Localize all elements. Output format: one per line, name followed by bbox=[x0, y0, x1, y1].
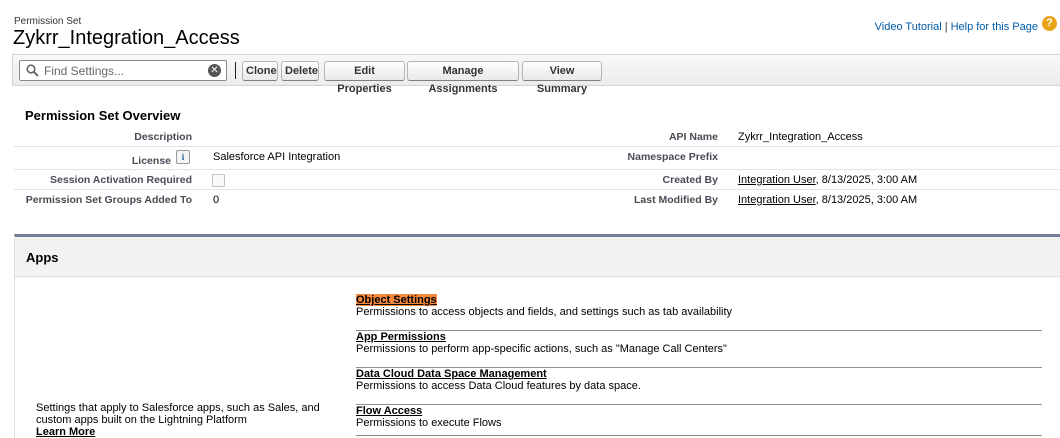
setting-item-flow-access: Flow Access Permissions to execute Flows bbox=[356, 405, 1042, 436]
search-box: ✕ bbox=[19, 60, 227, 81]
license-value: Salesforce API Integration bbox=[213, 151, 341, 163]
created-by-user-link[interactable]: Integration User bbox=[738, 174, 816, 186]
created-by-date: , 8/13/2025, 3:00 AM bbox=[815, 174, 918, 186]
page-header: Permission Set Zykrr_Integration_Access … bbox=[0, 0, 1060, 54]
detail-row: Session Activation Required Created By I… bbox=[14, 170, 1060, 190]
learn-more-link[interactable]: Learn More bbox=[36, 426, 95, 438]
license-label: License bbox=[131, 155, 171, 167]
detail-table: Description API Name Zykrr_Integration_A… bbox=[14, 127, 1060, 210]
data-cloud-link[interactable]: Data Cloud Data Space Management bbox=[356, 368, 547, 380]
last-modified-by-label: Last Modified By bbox=[633, 194, 718, 206]
api-name-label: API Name bbox=[668, 131, 718, 143]
question-mark-icon[interactable]: ? bbox=[1042, 16, 1057, 31]
object-settings-desc: Permissions to access objects and fields… bbox=[356, 306, 733, 318]
page-title: Zykrr_Integration_Access bbox=[13, 27, 240, 49]
detail-row: Description API Name Zykrr_Integration_A… bbox=[14, 127, 1060, 147]
detail-row: Permission Set Groups Added To 0 Last Mo… bbox=[14, 190, 1060, 210]
api-name-value: Zykrr_Integration_Access bbox=[738, 131, 863, 143]
flow-access-desc: Permissions to execute Flows bbox=[356, 417, 502, 429]
app-permissions-desc: Permissions to perform app-specific acti… bbox=[356, 343, 727, 355]
apps-body: Settings that apply to Salesforce apps, … bbox=[15, 278, 1060, 438]
help-links: Video Tutorial | Help for this Page bbox=[875, 21, 1038, 33]
overview-title: Permission Set Overview bbox=[25, 108, 181, 123]
help-for-page-link[interactable]: Help for this Page bbox=[951, 21, 1038, 33]
session-activation-checkbox bbox=[212, 174, 225, 187]
manage-assignments-button[interactable]: Manage Assignments bbox=[407, 61, 519, 95]
last-modified-by-date: , 8/13/2025, 3:00 AM bbox=[815, 194, 918, 206]
toolbar: ✕ Clone Delete Edit Properties Manage As… bbox=[12, 54, 1060, 95]
setting-item-app-permissions: App Permissions Permissions to perform a… bbox=[356, 331, 1042, 368]
last-modified-by-value: Integration User, 8/13/2025, 3:00 AM bbox=[738, 194, 917, 206]
apps-header: Apps bbox=[15, 237, 1060, 277]
permission-set-groups-label: Permission Set Groups Added To bbox=[25, 194, 192, 206]
search-input[interactable] bbox=[44, 62, 204, 79]
setting-item-data-cloud: Data Cloud Data Space Management Permiss… bbox=[356, 368, 1042, 405]
search-icon bbox=[26, 64, 39, 77]
clear-search-icon[interactable]: ✕ bbox=[208, 64, 221, 77]
object-settings-link[interactable]: Object Settings bbox=[356, 294, 437, 306]
delete-button[interactable]: Delete bbox=[281, 61, 319, 81]
video-tutorial-link[interactable]: Video Tutorial bbox=[875, 21, 942, 33]
last-modified-by-user-link[interactable]: Integration User bbox=[738, 194, 816, 206]
session-activation-label: Session Activation Required bbox=[50, 174, 192, 186]
toolbar-divider bbox=[235, 62, 236, 79]
setting-item-object-settings: Object Settings Permissions to access ob… bbox=[356, 294, 1042, 331]
namespace-label: Namespace Prefix bbox=[627, 151, 718, 163]
app-permissions-link[interactable]: App Permissions bbox=[356, 331, 446, 343]
apps-description: Settings that apply to Salesforce apps, … bbox=[36, 402, 346, 438]
created-by-label: Created By bbox=[662, 174, 718, 186]
apps-title: Apps bbox=[26, 250, 59, 265]
info-icon[interactable]: i bbox=[176, 150, 190, 164]
data-cloud-desc: Permissions to access Data Cloud feature… bbox=[356, 380, 641, 392]
edit-properties-button[interactable]: Edit Properties bbox=[324, 61, 405, 95]
link-separator: | bbox=[944, 21, 948, 33]
page-subtitle: Permission Set bbox=[14, 16, 82, 27]
created-by-value: Integration User, 8/13/2025, 3:00 AM bbox=[738, 174, 917, 186]
description-label: Description bbox=[134, 131, 192, 143]
view-summary-button[interactable]: View Summary bbox=[522, 61, 602, 95]
apps-panel: Apps Settings that apply to Salesforce a… bbox=[14, 234, 1060, 438]
permission-set-groups-value: 0 bbox=[213, 194, 220, 206]
apps-description-text: Settings that apply to Salesforce apps, … bbox=[36, 402, 320, 426]
clone-button[interactable]: Clone bbox=[242, 61, 278, 81]
flow-access-link[interactable]: Flow Access bbox=[356, 405, 422, 417]
detail-row: License i Salesforce API Integration Nam… bbox=[14, 147, 1060, 170]
